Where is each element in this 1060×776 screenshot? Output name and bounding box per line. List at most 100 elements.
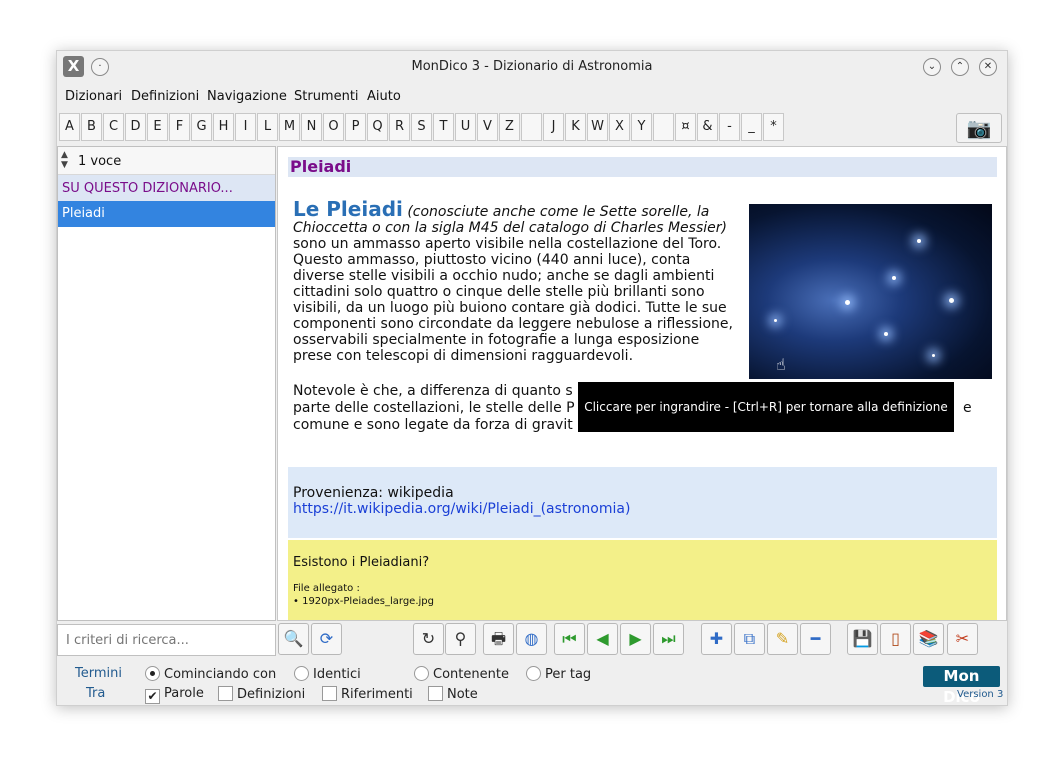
attachment-label: File allegato : [293, 583, 360, 594]
count-row: ▲ ▼ 1 voce [58, 147, 275, 175]
first-icon[interactable]: ⏮ [554, 623, 585, 655]
books-icon[interactable]: 📚 [913, 623, 944, 655]
add-icon[interactable]: ✚ [701, 623, 732, 655]
letter-button[interactable]: L [257, 113, 278, 141]
entry-count: 1 voce [78, 154, 122, 169]
note-title: Esistono i Pleiadiani? [293, 555, 430, 570]
radio-identical[interactable]: Identici [294, 666, 361, 682]
radio-starting-with[interactable]: Cominciando con [145, 666, 276, 682]
article-text: Le Pleiadi (conosciute anche come le Set… [293, 199, 733, 364]
letter-button[interactable]: X [609, 113, 630, 141]
radio-by-tag[interactable]: Per tag [526, 666, 591, 682]
letter-button[interactable]: N [301, 113, 322, 141]
letter-button[interactable]: Q [367, 113, 388, 141]
version-label: Version 3 [957, 689, 1004, 700]
letter-button[interactable]: R [389, 113, 410, 141]
letter-button[interactable]: - [719, 113, 740, 141]
magnifier-icon[interactable]: 🔍 [278, 623, 309, 655]
check-references[interactable]: Riferimenti [322, 686, 413, 702]
article-line-start: parte delle costellazioni, le stelle del… [293, 400, 575, 416]
letter-button[interactable]: B [81, 113, 102, 141]
letter-button[interactable]: O [323, 113, 344, 141]
source-label: Provenienza: wikipedia [293, 485, 454, 501]
note-box: Esistono i Pleiadiani? File allegato : •… [288, 540, 997, 620]
letter-button[interactable]: V [477, 113, 498, 141]
mondico-logo: Mon Dico [923, 666, 1000, 706]
letter-button[interactable]: S [411, 113, 432, 141]
letter-bar: A B C D E F G H I L M N O P Q R S T U V … [59, 113, 1005, 141]
article-title: Le Pleiadi [293, 197, 403, 221]
letter-button[interactable]: W [587, 113, 608, 141]
letter-button[interactable]: G [191, 113, 212, 141]
next-icon[interactable]: ▶ [620, 623, 651, 655]
letter-button[interactable]: H [213, 113, 234, 141]
tools-icon[interactable]: ✂ [947, 623, 978, 655]
camera-icon[interactable]: 📷 [956, 113, 1002, 143]
letter-button[interactable]: * [763, 113, 784, 141]
letter-button[interactable]: T [433, 113, 454, 141]
check-definitions[interactable]: Definizioni [218, 686, 305, 702]
letter-button[interactable]: A [59, 113, 80, 141]
copy-icon[interactable]: ⧉ [734, 623, 765, 655]
menu-definizioni[interactable]: Definizioni [131, 89, 199, 104]
window-title: MonDico 3 - Dizionario di Astronomia [411, 59, 653, 74]
entry-list-panel: ▲ ▼ 1 voce SU QUESTO DIZIONARIO... Pleiad… [57, 146, 276, 621]
search-icon[interactable]: ⚲ [445, 623, 476, 655]
definition-panel: Pleiadi Le Pleiadi (conosciute anche com… [277, 146, 1007, 621]
globe-icon[interactable]: ◍ [516, 623, 547, 655]
pleiades-image[interactable] [749, 204, 992, 379]
previous-icon[interactable]: ◀ [587, 623, 618, 655]
save-icon[interactable]: 💾 [847, 623, 878, 655]
reload-icon[interactable]: ↻ [413, 623, 444, 655]
letter-button[interactable]: K [565, 113, 586, 141]
attachment-block: File allegato : • 1920px-Pleiades_large.… [293, 582, 992, 608]
letter-button[interactable]: ¤ [675, 113, 696, 141]
letter-button[interactable]: I [235, 113, 256, 141]
letter-button[interactable]: M [279, 113, 300, 141]
letter-button[interactable]: P [345, 113, 366, 141]
menu-aiuto[interactable]: Aiuto [367, 89, 401, 104]
source-box: Provenienza: wikipedia https://it.wikipe… [288, 467, 997, 538]
app-window: X · MonDico 3 - Dizionario di Astronomia… [56, 50, 1008, 706]
minimize-button[interactable]: ⌄ [923, 58, 941, 76]
list-item-about[interactable]: SU QUESTO DIZIONARIO... [58, 175, 275, 201]
letter-button[interactable]: _ [741, 113, 762, 141]
source-link[interactable]: https://it.wikipedia.org/wiki/Pleiadi_(a… [293, 501, 992, 517]
hand-cursor-icon: ☝ [776, 355, 786, 374]
letter-button[interactable]: D [125, 113, 146, 141]
list-item-selected[interactable]: Pleiadi [58, 201, 275, 227]
print-icon[interactable]: 🖶 [483, 623, 514, 655]
article-line-end: e [963, 400, 972, 416]
close-button[interactable]: ✕ [979, 58, 997, 76]
tra-label: Tra [86, 686, 106, 701]
title-bar: X · MonDico 3 - Dizionario di Astronomia… [57, 51, 1007, 83]
book-icon[interactable]: ▯ [880, 623, 911, 655]
letter-button[interactable]: Y [631, 113, 652, 141]
letter-button[interactable]: C [103, 113, 124, 141]
letter-button[interactable]: U [455, 113, 476, 141]
letter-button[interactable] [653, 113, 674, 141]
menu-dizionari[interactable]: Dizionari [65, 89, 122, 104]
letter-button[interactable]: & [697, 113, 718, 141]
sort-spinner-icon[interactable]: ▲ ▼ [61, 150, 68, 170]
bottom-toolbar: 🔍 ⟳ ↻ ⚲ 🖶 ◍ ⏮ ◀ ▶ ⏭ ✚ ⧉ ✎ ━ 💾 ▯ 📚 ✂ [57, 623, 1007, 657]
check-notes[interactable]: Note [428, 686, 478, 702]
letter-button[interactable]: J [543, 113, 564, 141]
letter-button[interactable] [521, 113, 542, 141]
menu-navigazione[interactable]: Navigazione [207, 89, 287, 104]
radio-containing[interactable]: Contenente [414, 666, 509, 682]
attachment-file[interactable]: • 1920px-Pleiades_large.jpg [293, 595, 992, 608]
search-options: Termini Tra Cominciando con Identici Con… [57, 661, 1007, 707]
letter-button[interactable]: Z [499, 113, 520, 141]
remove-icon[interactable]: ━ [800, 623, 831, 655]
search-input[interactable] [57, 624, 276, 656]
refresh-icon[interactable]: ⟳ [311, 623, 342, 655]
maximize-button[interactable]: ⌃ [951, 58, 969, 76]
check-words[interactable]: ✔ Parole [145, 686, 204, 704]
last-icon[interactable]: ⏭ [653, 623, 684, 655]
letter-button[interactable]: E [147, 113, 168, 141]
menu-strumenti[interactable]: Strumenti [294, 89, 359, 104]
edit-icon[interactable]: ✎ [767, 623, 798, 655]
letter-button[interactable]: F [169, 113, 190, 141]
article-paragraph-1: sono un ammasso aperto visibile nella co… [293, 236, 733, 364]
